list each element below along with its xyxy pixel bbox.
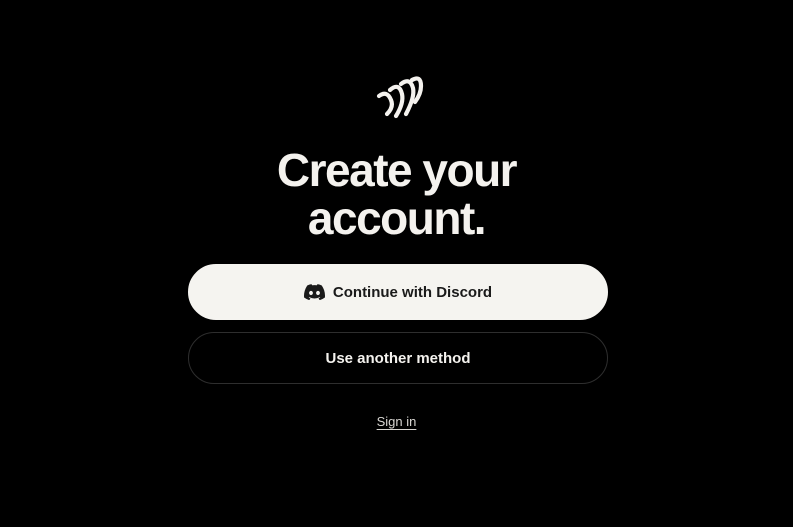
- page-title-line-1: Create your: [276, 144, 518, 196]
- use-another-method-label: Use another method: [325, 349, 471, 367]
- page-title-line-2: account.: [307, 192, 487, 244]
- wave-stripes-logo-icon: [376, 76, 424, 119]
- continue-with-discord-button[interactable]: Continue with Discord: [188, 264, 608, 320]
- use-another-method-button[interactable]: Use another method: [188, 332, 608, 384]
- discord-icon: [303, 284, 325, 300]
- continue-with-discord-label: Continue with Discord: [332, 283, 493, 301]
- page-title: Create your account.: [0, 146, 793, 242]
- signup-page: Create your account. Continue with Disco…: [0, 0, 793, 527]
- sign-in-link[interactable]: Sign in: [377, 414, 417, 429]
- signin-container: Sign in: [0, 413, 793, 431]
